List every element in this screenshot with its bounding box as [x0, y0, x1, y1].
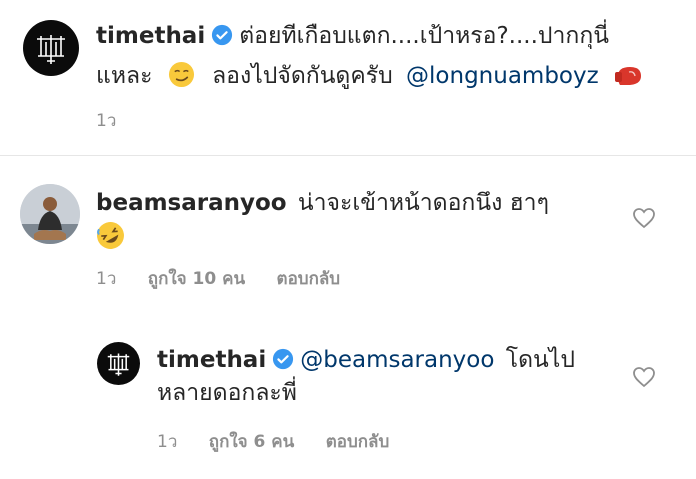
caption-divider: [0, 155, 696, 156]
caption-text: timethai ต่อยทีเกือบแตก....เป้าหรอ?....ปา…: [96, 21, 676, 92]
post-caption: timethai ต่อยทีเกือบแตก....เป้าหรอ?....ปา…: [0, 0, 696, 156]
reply-text: timethai @beamsaranyoo โดนไป หลายดอกละพี่: [157, 345, 617, 409]
avatar-timethai[interactable]: [23, 20, 79, 76]
reply-reply-button[interactable]: ตอบกลับ: [326, 432, 390, 452]
comment-text: beamsaranyoo น่าจะเข้าหน้าดอกนึง ฮาๆ: [96, 188, 616, 254]
comment-time: 1ว: [96, 269, 117, 289]
caption-meta: 1ว: [96, 107, 142, 134]
reply-mention[interactable]: @beamsaranyoo: [300, 347, 494, 373]
caption-text-line2a: แหละ: [96, 63, 153, 89]
reply-body-line2: หลายดอกละพี่: [157, 380, 297, 406]
comment-meta: 1ว ถูกใจ 10 คน ตอบกลับ: [96, 265, 366, 292]
caption-text-line2b: ลองไปจัดกันดูครับ: [212, 63, 393, 89]
heart-icon[interactable]: [632, 366, 656, 388]
timethai-logo-icon: [107, 353, 130, 376]
comment-body: น่าจะเข้าหน้าดอกนึง ฮาๆ: [297, 190, 549, 216]
caption-mention[interactable]: @longnuamboyz: [406, 63, 599, 89]
reply-meta: 1ว ถูกใจ 6 คน ตอบกลับ: [157, 428, 415, 455]
smirk-emoji: [168, 61, 194, 88]
verified-badge-icon: [273, 348, 294, 370]
caption-time: 1ว: [96, 111, 117, 131]
verified-badge-icon: [212, 24, 233, 46]
profile-photo-icon: [20, 184, 80, 244]
comment-reply-button[interactable]: ตอบกลับ: [277, 269, 341, 289]
avatar-beamsaranyoo[interactable]: [20, 184, 80, 244]
caption-text-line1: ต่อยทีเกือบแตก....เป้าหรอ?....ปากกุนี่: [239, 23, 609, 49]
rofl-emoji: [97, 222, 124, 249]
avatar-timethai-reply[interactable]: [97, 342, 140, 385]
comment-username[interactable]: beamsaranyoo: [96, 190, 287, 216]
boxing-glove-emoji: [615, 67, 641, 85]
comment-likes-button[interactable]: ถูกใจ 10 คน: [148, 269, 245, 289]
timethai-logo-icon: [37, 35, 65, 64]
reply-body-line1: โดนไป: [505, 347, 575, 373]
reply-time: 1ว: [157, 432, 178, 452]
caption-username[interactable]: timethai: [96, 23, 205, 49]
heart-icon[interactable]: [632, 207, 656, 229]
reply-username[interactable]: timethai: [157, 347, 266, 373]
reply-likes-button[interactable]: ถูกใจ 6 คน: [209, 432, 295, 452]
